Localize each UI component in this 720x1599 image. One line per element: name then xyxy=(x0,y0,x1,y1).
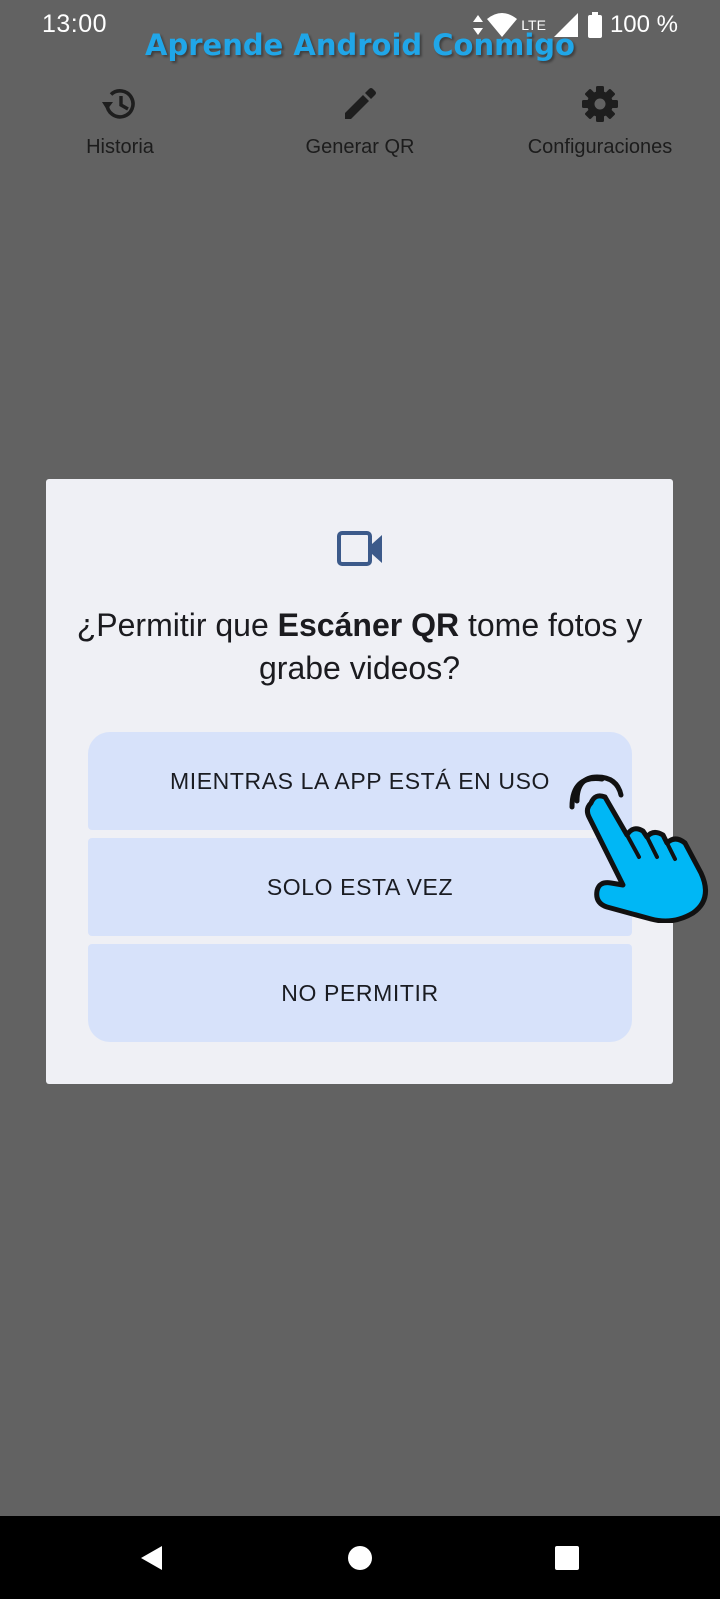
deny-button[interactable]: NO PERMITIR xyxy=(88,944,632,1042)
history-icon xyxy=(98,82,142,126)
dialog-title: ¿Permitir que Escáner QR tome fotos y gr… xyxy=(66,604,653,690)
screen: 13:00 LTE 100 % Aprende Android Conmigo xyxy=(0,0,720,1599)
dialog-title-prefix: ¿Permitir que xyxy=(76,607,278,643)
system-nav-bar xyxy=(0,1516,720,1599)
watermark-text: Aprende Android Conmigo xyxy=(145,28,575,62)
top-nav: Historia Generar QR Configuraciones xyxy=(0,82,720,172)
edit-pencil-icon xyxy=(338,82,382,126)
nav-label-historia: Historia xyxy=(86,136,154,158)
recents-icon[interactable] xyxy=(527,1516,607,1599)
nav-item-historia[interactable]: Historia xyxy=(20,82,220,172)
dialog-button-group: MIENTRAS LA APP ESTÁ EN USO SOLO ESTA VE… xyxy=(88,732,632,1042)
allow-once-button[interactable]: SOLO ESTA VEZ xyxy=(88,838,632,936)
dialog-title-app-name: Escáner QR xyxy=(277,607,460,643)
pointing-hand-icon xyxy=(567,773,712,924)
nav-item-configuraciones[interactable]: Configuraciones xyxy=(500,82,700,172)
nav-label-generar-qr: Generar QR xyxy=(305,136,415,158)
videocam-icon xyxy=(336,527,386,571)
home-icon[interactable] xyxy=(320,1516,400,1599)
nav-item-generar-qr[interactable]: Generar QR xyxy=(260,82,460,172)
back-icon[interactable] xyxy=(112,1516,192,1599)
gear-icon xyxy=(578,82,622,126)
allow-while-using-button[interactable]: MIENTRAS LA APP ESTÁ EN USO xyxy=(88,732,632,830)
nav-label-configuraciones: Configuraciones xyxy=(527,136,673,158)
